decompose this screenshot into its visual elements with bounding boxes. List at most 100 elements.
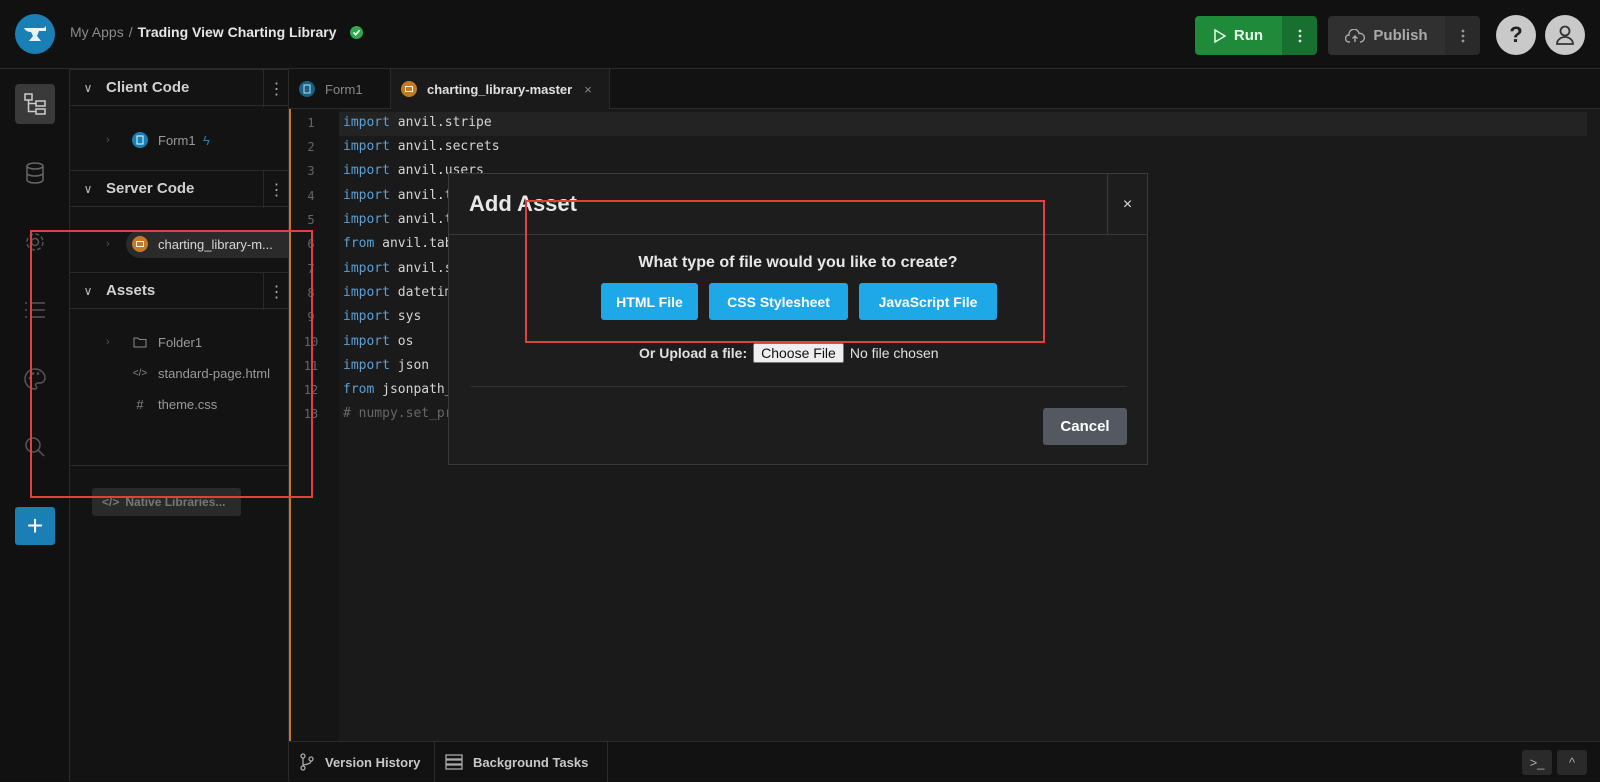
terminal-button[interactable]: >_	[1522, 750, 1552, 775]
javascript-file-button[interactable]: JavaScript File	[859, 283, 997, 320]
tree-item-standard-page[interactable]: </> standard-page.html	[70, 358, 289, 388]
rail-list[interactable]	[15, 290, 55, 330]
upload-label: Or Upload a file:	[639, 345, 748, 361]
file-status-text: No file chosen	[849, 345, 939, 361]
form-icon	[299, 81, 315, 97]
folder-icon	[132, 334, 148, 350]
tree-item-form1[interactable]: › Form1 ϟ	[70, 125, 289, 155]
add-button[interactable]: +	[15, 507, 55, 545]
tab-label: charting_library-master	[427, 81, 573, 97]
anvil-logo-icon[interactable]	[15, 14, 55, 54]
assets-menu-button[interactable]: ⋮	[263, 273, 289, 310]
code-line: import anvil.stripe	[343, 115, 492, 130]
publish-more-button[interactable]	[1445, 16, 1480, 55]
chevron-right-icon[interactable]: ›	[106, 134, 110, 146]
list-icon	[25, 302, 45, 318]
terminal-icon: >_	[1529, 755, 1545, 770]
help-icon: ?	[1509, 22, 1523, 47]
app-tree-icon	[24, 93, 46, 115]
html-file-label: HTML File	[616, 293, 683, 310]
line-number: 3	[307, 164, 315, 178]
rail-data[interactable]	[15, 153, 55, 193]
cancel-label: Cancel	[1060, 418, 1110, 435]
dialog-header: Add Asset ×	[449, 174, 1147, 235]
code-line: import json	[343, 358, 430, 373]
dialog-question: What type of file would you like to crea…	[638, 254, 958, 271]
line-number: 4	[307, 189, 315, 203]
kebab-icon	[1298, 29, 1301, 42]
git-branch-icon	[300, 753, 314, 771]
version-history-button[interactable]: Version History	[289, 742, 435, 782]
publish-button-group: Publish	[1328, 16, 1480, 55]
tab-form1[interactable]: Form1	[289, 69, 391, 109]
rail-app-browser[interactable]	[15, 84, 55, 124]
user-icon	[1556, 25, 1574, 45]
server-code-menu-button[interactable]: ⋮	[263, 171, 289, 208]
code-line: import anvil.t	[343, 188, 453, 203]
tree-item-label: charting_library-m...	[158, 236, 273, 252]
database-icon	[26, 162, 44, 184]
breadcrumb-separator: /	[128, 24, 133, 40]
code-line: import os	[343, 334, 414, 349]
assets-header[interactable]: ∨ Assets ⋮	[70, 272, 289, 310]
code-line: from jsonpath_	[343, 382, 453, 397]
line-number: 10	[303, 335, 319, 349]
tree-item-label: Folder1	[158, 334, 203, 350]
breadcrumb: My Apps / Trading View Charting Library	[70, 24, 363, 40]
server-code-header[interactable]: ∨ Server Code ⋮	[70, 170, 289, 208]
account-button[interactable]	[1545, 15, 1585, 55]
search-icon	[25, 437, 45, 457]
line-number: 6	[307, 237, 315, 251]
line-number: 7	[307, 262, 315, 276]
tab-charting-library-master[interactable]: charting_library-master ×	[391, 69, 610, 109]
run-more-button[interactable]	[1282, 16, 1317, 55]
gear-icon	[26, 233, 44, 251]
line-number: 5	[307, 213, 315, 227]
dialog-divider	[471, 386, 1127, 387]
code-line: from anvil.tab	[343, 236, 453, 251]
publish-button[interactable]: Publish	[1328, 16, 1445, 55]
background-tasks-button[interactable]: Background Tasks	[435, 742, 608, 782]
rail-settings[interactable]	[15, 222, 55, 262]
background-tasks-label: Background Tasks	[473, 754, 589, 770]
rail-theme[interactable]	[15, 359, 55, 399]
rail-search[interactable]	[15, 427, 55, 467]
add-asset-dialog: Add Asset × What type of file would you …	[448, 173, 1148, 465]
tasks-icon	[445, 754, 463, 770]
line-number: 8	[307, 286, 315, 300]
code-line: import anvil.t	[343, 212, 453, 227]
help-button[interactable]: ?	[1496, 15, 1536, 55]
native-libraries-button[interactable]: </> Native Libraries...	[92, 488, 241, 516]
css-file-icon: #	[136, 396, 144, 412]
client-code-header[interactable]: ∨ Client Code ⋮	[70, 69, 289, 107]
tree-item-charting-library[interactable]: › charting_library-m...	[70, 229, 289, 259]
css-stylesheet-label: CSS Stylesheet	[727, 293, 830, 310]
close-tab-icon[interactable]: ×	[584, 82, 592, 97]
breadcrumb-my-apps[interactable]: My Apps	[70, 24, 124, 40]
close-button[interactable]: ×	[1107, 174, 1147, 235]
tree-item-theme-css[interactable]: # theme.css	[70, 389, 289, 419]
assets-title: Assets	[106, 282, 156, 299]
chevron-right-icon[interactable]: ›	[106, 336, 110, 348]
saved-check-icon	[349, 25, 363, 39]
startup-bolt-icon: ϟ	[203, 132, 210, 148]
tab-label: Form1	[325, 81, 363, 97]
cancel-button[interactable]: Cancel	[1043, 408, 1127, 445]
html-file-button[interactable]: HTML File	[601, 283, 698, 320]
kebab-icon	[1461, 29, 1464, 42]
run-label: Run	[1233, 27, 1264, 44]
server-module-icon	[132, 236, 148, 252]
server-module-icon	[401, 81, 417, 97]
css-stylesheet-button[interactable]: CSS Stylesheet	[709, 283, 848, 320]
expand-panel-button[interactable]: ^	[1557, 750, 1587, 775]
choose-file-button[interactable]: Choose File	[753, 343, 844, 363]
chevron-up-icon: ^	[1568, 755, 1576, 770]
run-button[interactable]: Run	[1195, 16, 1282, 55]
tree-item-folder1[interactable]: › Folder1	[70, 327, 289, 357]
chevron-right-icon[interactable]: ›	[106, 238, 110, 250]
chevron-down-icon: ∨	[83, 181, 93, 196]
chevron-down-icon: ∨	[83, 283, 93, 298]
breadcrumb-app-name[interactable]: Trading View Charting Library	[138, 24, 337, 40]
client-code-menu-button[interactable]: ⋮	[263, 70, 289, 107]
line-number: 9	[307, 310, 315, 324]
